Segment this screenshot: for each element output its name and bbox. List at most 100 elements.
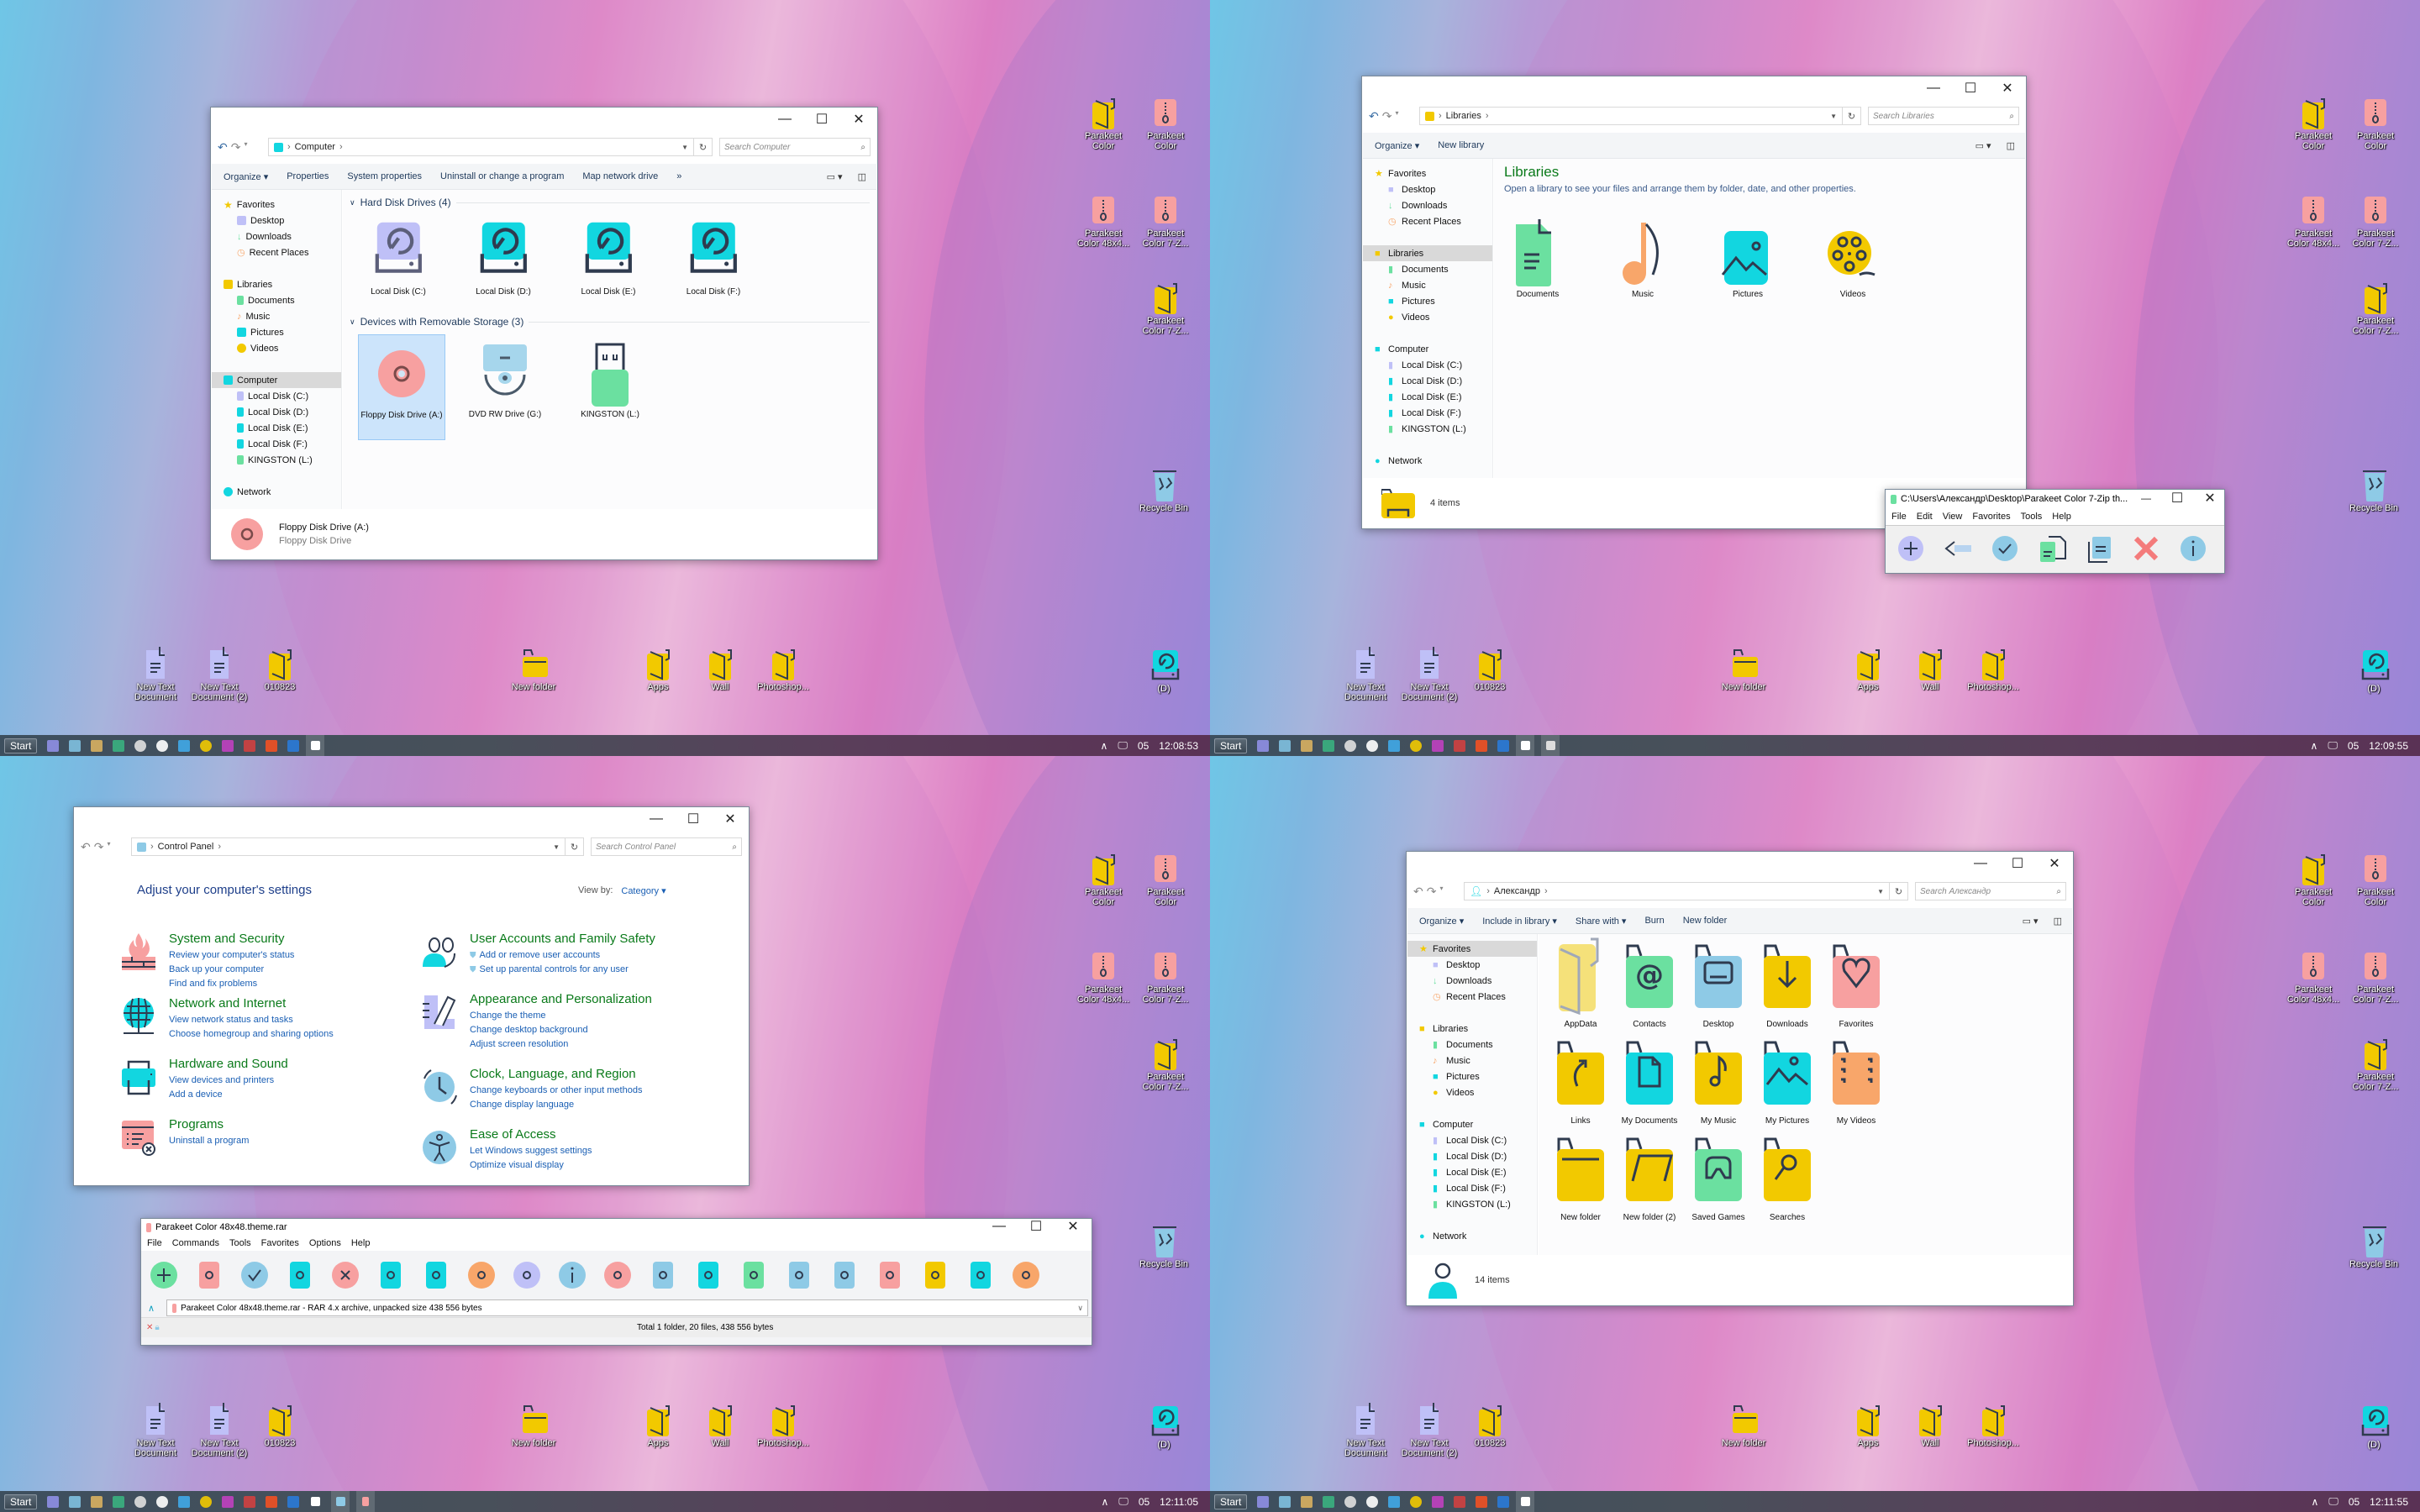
folder-tile[interactable]: My Videos	[1823, 1034, 1890, 1126]
nav-disk-f[interactable]: ▮ Local Disk (F:)	[1363, 405, 1492, 421]
move-button[interactable]	[2084, 533, 2114, 564]
nav-disk-e[interactable]: ▮ Local Disk (E:)	[1363, 389, 1492, 405]
pc-manager-icon[interactable]	[91, 1495, 103, 1508]
category-sub-link[interactable]: Let Windows suggest settings	[470, 1144, 592, 1158]
repair-button[interactable]	[511, 1259, 543, 1291]
desktop-icon-item[interactable]: Parakeet Color 48x4...	[2284, 192, 2343, 249]
nav-pictures[interactable]: Pictures	[212, 324, 341, 340]
desktop-icon-item[interactable]: 010823	[250, 645, 309, 692]
start-button[interactable]: Start	[1214, 738, 1248, 753]
nav-favorites[interactable]: ★ Favorites	[212, 197, 341, 213]
globe-icon[interactable]	[134, 1495, 147, 1508]
folder-tile[interactable]: Favorites	[1823, 937, 1890, 1029]
globe-icon[interactable]	[1344, 1495, 1357, 1508]
folder-tile[interactable]: Desktop	[1685, 937, 1752, 1029]
nav-kingston[interactable]: ▮ KINGSTON (L:)	[1407, 1196, 1537, 1212]
telegram-icon[interactable]	[178, 739, 191, 752]
tray-time[interactable]: 12:09:55	[2369, 740, 2408, 752]
telegram-icon[interactable]	[178, 1495, 191, 1508]
tray-expand-icon[interactable]: ∧	[2311, 740, 2318, 752]
transfer-icon[interactable]	[69, 1495, 82, 1508]
desktop-icon-item[interactable]: Parakeet Color	[2346, 850, 2405, 907]
category-icon[interactable]	[120, 932, 157, 972]
address-dropdown-icon[interactable]: ▼	[1877, 888, 1884, 895]
desktop-icon-item[interactable]: New Text Document	[1336, 1401, 1395, 1458]
refresh-app-icon[interactable]	[1323, 739, 1335, 752]
nav-kingston[interactable]: ▮ KINGSTON (L:)	[1363, 421, 1492, 437]
desktop-icon-item[interactable]: New folder	[1714, 645, 1773, 692]
category-title-link[interactable]: User Accounts and Family Safety	[470, 932, 655, 946]
maximize-button[interactable]: ☐	[1018, 1215, 1055, 1238]
desktop-icon-item[interactable]: Photoshop...	[1964, 645, 2023, 692]
forward-icon[interactable]: ↷	[1382, 109, 1392, 123]
nav-disk-f[interactable]: ▮ Local Disk (F:)	[1407, 1180, 1537, 1196]
video-player-icon[interactable]	[1410, 739, 1423, 752]
pinterest-icon[interactable]	[244, 1495, 256, 1508]
test-button[interactable]	[239, 1259, 271, 1291]
folder-tile[interactable]: Saved Games	[1685, 1131, 1752, 1222]
library-tile[interactable]: Documents	[1501, 219, 1575, 299]
address-bar[interactable]: › Libraries › ▼ ↻	[1419, 107, 1861, 125]
category-title-link[interactable]: System and Security	[169, 932, 294, 946]
view-options-icon[interactable]: ▭ ▾	[827, 171, 843, 182]
desktop-icon-item[interactable]: Apps	[629, 645, 687, 692]
close-button[interactable]: ✕	[712, 807, 749, 831]
category-sub-link[interactable]: View network status and tasks	[169, 1013, 334, 1027]
desktop-icon-item[interactable]: New Text Document	[126, 1401, 185, 1458]
desktop-icon-item[interactable]: 010823	[250, 1401, 309, 1448]
category-sub-link[interactable]: Back up your computer	[169, 963, 294, 977]
network-icon[interactable]: 🖵	[2328, 1495, 2338, 1508]
desktop-icon-item[interactable]: New Text Document (2)	[190, 1401, 249, 1458]
category-sub-link[interactable]: Change display language	[470, 1098, 642, 1112]
minimize-button[interactable]: —	[2133, 486, 2159, 510]
organize-button[interactable]: Organize ▾	[1419, 916, 1464, 927]
pinterest-icon[interactable]	[1454, 739, 1466, 752]
category-title-link[interactable]: Appearance and Personalization	[470, 992, 652, 1006]
desktop-icon-item[interactable]: Photoshop...	[754, 645, 813, 692]
category-icon[interactable]	[120, 996, 157, 1037]
nav-network[interactable]: ● Network	[1407, 1228, 1537, 1244]
desktop-icon-item[interactable]: New folder	[1714, 1401, 1773, 1448]
folder-tile[interactable]: Links	[1547, 1034, 1614, 1126]
video-player-icon[interactable]	[200, 739, 213, 752]
category-sub-link[interactable]: ⛊ Add or remove user accounts	[470, 948, 655, 963]
taskbar-explorer[interactable]	[1516, 735, 1535, 756]
desktop-icon-item[interactable]: Parakeet Color	[2346, 94, 2405, 151]
menu-file[interactable]: File	[1891, 512, 1907, 522]
task-manager-icon[interactable]	[1257, 739, 1270, 752]
nav-videos[interactable]: ● Videos	[1363, 309, 1492, 325]
address-dropdown-icon[interactable]: ▼	[1830, 113, 1837, 120]
desktop-icon-recycle-bin[interactable]: Recycle Bin	[1134, 466, 1193, 513]
address-dropdown-icon[interactable]: ▼	[681, 144, 688, 151]
test-button[interactable]	[1990, 533, 2020, 564]
extract-button[interactable]	[1943, 533, 1973, 564]
category-icon[interactable]	[421, 932, 458, 972]
desktop-icon-item[interactable]: Apps	[1839, 1401, 1897, 1448]
video-player-icon[interactable]	[200, 1495, 213, 1508]
desktop-icon-item[interactable]: Wall	[1901, 1401, 1960, 1448]
menu-options[interactable]: Options	[309, 1238, 341, 1248]
windows-store-icon[interactable]	[266, 1495, 278, 1508]
refresh-icon[interactable]: ↻	[1889, 883, 1907, 900]
group-header-hdd[interactable]: ∨ Hard Disk Drives (4)	[350, 197, 870, 208]
folder-tile[interactable]: My Music	[1685, 1034, 1752, 1126]
nav-videos[interactable]: Videos	[212, 340, 341, 356]
view-button[interactable]	[284, 1259, 316, 1291]
tray-time[interactable]: 12:08:53	[1159, 740, 1198, 752]
taskbar-explorer[interactable]	[1516, 1491, 1535, 1512]
maximize-button[interactable]: ☐	[1952, 76, 1989, 100]
close-button[interactable]: ✕	[2036, 852, 2073, 875]
desktop-icon-item[interactable]: New Text Document (2)	[190, 645, 249, 702]
taskbar-control-panel[interactable]	[331, 1491, 350, 1512]
nav-favorites[interactable]: ★ Favorites	[1407, 941, 1537, 957]
browser-icon[interactable]	[287, 739, 300, 752]
organize-button[interactable]: Organize ▾	[224, 171, 268, 182]
nav-music[interactable]: ♪ Music	[1407, 1053, 1537, 1068]
desktop-icon-item[interactable]: New Text Document (2)	[1400, 1401, 1459, 1458]
desktop-icon-item[interactable]: Parakeet Color 7-Z...	[2346, 1035, 2405, 1092]
drive-tile[interactable]: Local Disk (C:)	[361, 217, 435, 297]
recent-dropdown-icon[interactable]: ▾	[107, 840, 110, 854]
transfer-icon[interactable]	[1279, 739, 1292, 752]
refresh-icon[interactable]: ↻	[693, 139, 712, 155]
recent-dropdown-icon[interactable]: ▾	[244, 140, 247, 155]
